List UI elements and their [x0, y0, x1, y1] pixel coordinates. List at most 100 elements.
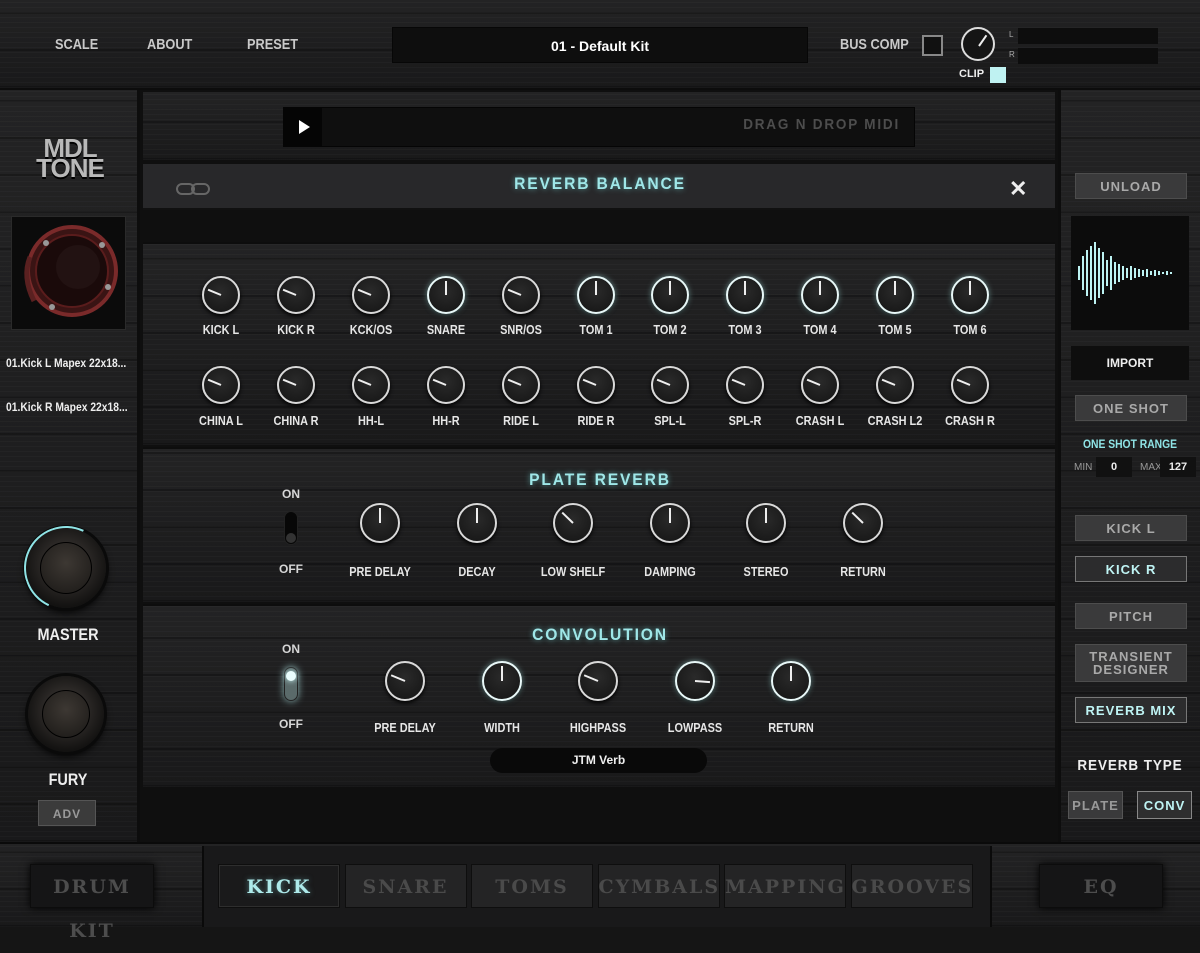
- balance-hh-l-knob[interactable]: [351, 366, 390, 404]
- ir-selector[interactable]: JTM Verb: [490, 748, 707, 773]
- plate-type-button[interactable]: PLATE: [1068, 791, 1123, 819]
- balance-tom-6-knob[interactable]: [951, 276, 989, 314]
- conv-on-label: ON: [282, 642, 300, 656]
- balance-hh-r-knob[interactable]: [426, 366, 465, 404]
- plate-on-label: ON: [282, 487, 300, 501]
- conv-pre-delay-label: PRE DELAY: [374, 720, 436, 735]
- kick-l-button[interactable]: KICK L: [1075, 515, 1187, 541]
- one-shot-button[interactable]: ONE SHOT: [1075, 395, 1187, 421]
- scale-menu[interactable]: SCALE: [55, 36, 98, 53]
- balance-kick-r-label: KICK R: [277, 322, 315, 337]
- balance-snr-os-label: SNR/OS: [499, 322, 542, 337]
- balance-tom-1-knob[interactable]: [576, 276, 615, 314]
- top-bar: SCALE ABOUT PRESET 01 - Default Kit BUS …: [0, 0, 1200, 90]
- balance-tom-4-label: TOM 4: [803, 322, 837, 337]
- plate-pre-delay-knob[interactable]: [360, 503, 400, 543]
- adv-button[interactable]: ADV: [38, 800, 96, 826]
- conv-width-label: WIDTH: [483, 720, 520, 735]
- meter-left-label: L: [1009, 30, 1014, 39]
- max-value-field[interactable]: 127: [1160, 457, 1196, 477]
- sample-name-left[interactable]: 01.Kick L Mapex 22x18...: [6, 356, 126, 370]
- balance-china-r-label: CHINA R: [273, 413, 319, 428]
- balance-hh-r-label: HH-R: [432, 413, 460, 428]
- tab-mapping[interactable]: MAPPING: [724, 864, 846, 908]
- balance-snare-knob[interactable]: [426, 276, 465, 314]
- plate-stereo-label: STEREO: [743, 564, 789, 579]
- bus-comp-label: BUS COMP: [840, 36, 909, 53]
- conv-pre-delay-knob[interactable]: [385, 661, 425, 701]
- kick-drum-image[interactable]: [11, 216, 126, 330]
- tab-kick[interactable]: KICK: [218, 864, 340, 908]
- balance-crash-r-knob[interactable]: [951, 366, 989, 404]
- balance-crash-l2-knob[interactable]: [876, 366, 915, 404]
- about-menu[interactable]: ABOUT: [147, 36, 192, 53]
- balance-crash-r-label: CRASH R: [945, 413, 995, 428]
- waveform-icon: [1078, 242, 1172, 304]
- tab-grooves[interactable]: GROOVES: [850, 864, 973, 908]
- plate-damping-knob[interactable]: [649, 503, 690, 543]
- drag-n-drop-midi-label: DRAG N DROP MIDI: [743, 116, 900, 133]
- play-button[interactable]: [284, 108, 322, 146]
- kick-r-button[interactable]: KICK R: [1075, 556, 1187, 582]
- master-label: MASTER: [37, 625, 99, 644]
- conv-off-label: OFF: [279, 717, 303, 731]
- balance-snr-os-knob[interactable]: [501, 276, 540, 314]
- bus-comp-checkbox[interactable]: [922, 35, 943, 56]
- balance-ride-l-knob[interactable]: [501, 366, 540, 404]
- close-icon[interactable]: ✕: [1009, 176, 1027, 202]
- plate-reverb-toggle[interactable]: [284, 511, 298, 545]
- balance-tom-3-label: TOM 3: [728, 322, 762, 337]
- min-value-field[interactable]: 0: [1096, 457, 1132, 477]
- balance-kck-os-knob[interactable]: [351, 276, 390, 314]
- play-icon: [299, 120, 310, 134]
- plate-return-knob[interactable]: [843, 503, 883, 543]
- drum-kit-button[interactable]: DRUM KIT: [30, 864, 154, 942]
- pitch-button[interactable]: PITCH: [1075, 603, 1187, 629]
- preset-name-display[interactable]: 01 - Default Kit: [392, 27, 808, 63]
- unload-button[interactable]: UNLOAD: [1075, 173, 1187, 199]
- reverb-mix-button[interactable]: REVERB MIX: [1075, 697, 1187, 723]
- plate-decay-knob[interactable]: [456, 503, 497, 543]
- balance-ride-r-knob[interactable]: [576, 366, 615, 404]
- plate-low-shelf-knob[interactable]: [553, 503, 594, 543]
- balance-kick-l-knob[interactable]: [202, 276, 240, 314]
- link-icon[interactable]: [175, 181, 213, 197]
- tab-cymbals[interactable]: CYMBALS: [597, 864, 720, 908]
- balance-tom-1-label: TOM 1: [578, 322, 613, 337]
- import-button[interactable]: IMPORT: [1071, 346, 1189, 380]
- convolution-toggle[interactable]: [284, 667, 298, 701]
- tab-toms[interactable]: TOMS: [471, 864, 593, 908]
- balance-kck-os-label: KCK/OS: [349, 322, 393, 337]
- conv-highpass-knob[interactable]: [578, 661, 618, 701]
- plate-off-label: OFF: [279, 562, 303, 576]
- sample-name-right[interactable]: 01.Kick R Mapex 22x18...: [6, 400, 128, 414]
- meter-left-bar: [1018, 28, 1158, 44]
- eq-button[interactable]: EQ: [1039, 864, 1163, 908]
- bus-comp-knob[interactable]: [961, 27, 995, 61]
- transient-designer-button[interactable]: TRANSIENT DESIGNER: [1075, 644, 1187, 682]
- balance-china-r-knob[interactable]: [276, 366, 315, 404]
- balance-kick-l-label: KICK L: [202, 322, 240, 337]
- conv-lowpass-knob[interactable]: [674, 661, 715, 701]
- mdl-tone-logo: MDL TONE: [36, 133, 105, 183]
- meter-right-bar: [1018, 48, 1158, 64]
- conv-type-button[interactable]: CONV: [1137, 791, 1192, 819]
- clip-indicator[interactable]: [990, 67, 1006, 83]
- balance-tom-4-knob[interactable]: [801, 276, 840, 314]
- balance-hh-l-label: HH-L: [357, 413, 384, 428]
- conv-width-knob[interactable]: [481, 661, 522, 701]
- plate-return-label: RETURN: [840, 564, 886, 579]
- balance-china-l-knob[interactable]: [202, 366, 240, 404]
- balance-crash-l-knob[interactable]: [801, 366, 840, 404]
- waveform-display: [1071, 216, 1189, 330]
- plate-damping-label: DAMPING: [644, 564, 696, 579]
- balance-kick-r-knob[interactable]: [276, 276, 315, 314]
- balance-china-l-label: CHINA L: [199, 413, 243, 428]
- convolution-title: CONVOLUTION: [532, 625, 668, 644]
- tab-snare[interactable]: SNARE: [344, 864, 467, 908]
- balance-tom-5-knob[interactable]: [876, 276, 915, 314]
- fury-knob[interactable]: [28, 676, 104, 752]
- preset-menu[interactable]: PRESET: [247, 36, 298, 53]
- fury-label: FURY: [48, 770, 88, 789]
- conv-return-knob[interactable]: [771, 661, 811, 701]
